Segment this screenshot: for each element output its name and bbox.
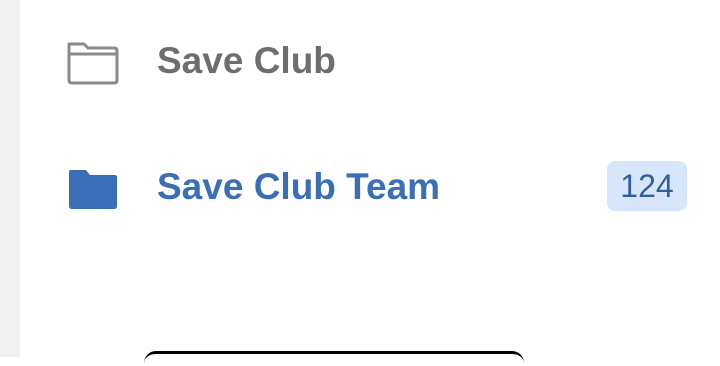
folder-label: Save Club [157,40,336,81]
left-rail [0,0,20,357]
folder-item-save-club-team[interactable]: Save Club Team 124 [20,147,720,227]
home-indicator[interactable] [144,351,524,366]
message-count-badge: 124 [607,161,687,211]
folder-outline-icon [67,42,119,85]
folder-item-save-club[interactable]: Save Club [20,21,720,101]
folder-filled-icon [69,170,117,209]
folder-label: Save Club Team [157,166,441,207]
folder-list: Save Club Save Club Team 124 [20,0,720,357]
